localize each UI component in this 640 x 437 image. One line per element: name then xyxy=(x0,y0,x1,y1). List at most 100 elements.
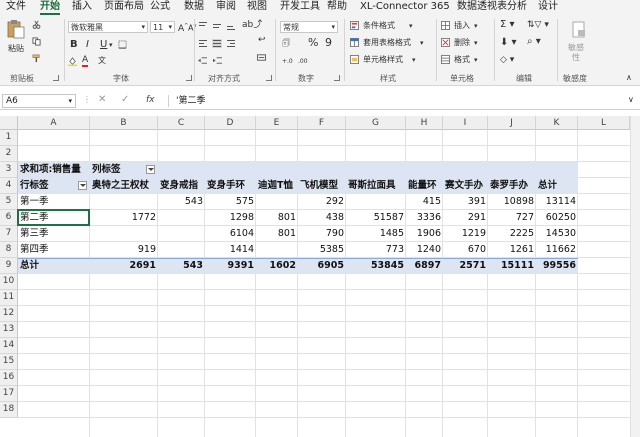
pivot-value-cell[interactable]: 3336 xyxy=(406,210,443,226)
pivot-value-cell[interactable]: 670 xyxy=(443,242,488,258)
row-header[interactable]: 15 xyxy=(0,354,18,370)
column-header[interactable]: K xyxy=(536,116,578,130)
column-header[interactable]: L xyxy=(578,116,630,130)
menu-tab[interactable]: 数据透视表分析 xyxy=(457,0,527,15)
pivot-value-cell[interactable]: 1219 xyxy=(443,226,488,242)
row-header[interactable]: 11 xyxy=(0,290,18,306)
menu-tab[interactable]: 公式 xyxy=(150,0,170,15)
pivot-column-header[interactable]: 哥斯拉面具 xyxy=(346,178,406,194)
pivot-value-cell[interactable]: 14530 xyxy=(536,226,578,242)
row-header[interactable]: 3 xyxy=(0,162,18,178)
column-header[interactable]: D xyxy=(205,116,256,130)
increase-decimal-icon[interactable]: +.0 xyxy=(282,57,293,67)
pivot-grand-total-cell[interactable]: 2691 xyxy=(90,258,158,274)
font-launcher[interactable] xyxy=(186,75,192,81)
menu-tab[interactable]: 审阅 xyxy=(216,0,236,15)
pivot-value-cell[interactable]: 1414 xyxy=(205,242,256,258)
shrink-font-icon[interactable]: Av xyxy=(188,21,196,34)
select-all-corner[interactable] xyxy=(0,116,18,130)
decrease-indent-icon[interactable] xyxy=(198,56,207,65)
row-header[interactable]: 10 xyxy=(0,274,18,290)
column-header[interactable]: F xyxy=(298,116,346,130)
pivot-value-cell[interactable]: 1240 xyxy=(406,242,443,258)
pivot-value-cell[interactable]: 727 xyxy=(488,210,536,226)
pivot-column-header[interactable]: 奥特之王权杖 xyxy=(90,178,158,194)
chevron-down-icon[interactable]: ▾ xyxy=(109,40,113,50)
delete-cells-button[interactable]: 删除 ▾ xyxy=(441,37,491,49)
clipboard-launcher[interactable] xyxy=(53,75,59,81)
paste-button[interactable]: 粘贴 xyxy=(5,19,27,59)
row-header[interactable]: 14 xyxy=(0,338,18,354)
pivot-grand-total-cell[interactable]: 9391 xyxy=(205,258,256,274)
row-header[interactable]: 7 xyxy=(0,226,18,242)
find-select-icon[interactable]: ⌕ ▾ xyxy=(527,37,541,47)
menu-tab[interactable]: 视图 xyxy=(247,0,267,15)
pivot-grand-total-cell[interactable]: 1602 xyxy=(256,258,298,274)
column-header[interactable]: C xyxy=(158,116,205,130)
font-color-icon[interactable]: A xyxy=(82,56,89,67)
column-header[interactable]: A xyxy=(18,116,90,130)
orientation-icon[interactable]: ab⤴ xyxy=(242,20,262,30)
vertical-scrollbar[interactable] xyxy=(630,116,640,437)
pivot-value-cell[interactable]: 438 xyxy=(298,210,346,226)
pivot-column-header[interactable]: 飞机模型 xyxy=(298,178,346,194)
bold-icon[interactable]: B xyxy=(70,40,78,50)
menu-tab[interactable]: 开始 xyxy=(40,0,60,15)
clear-icon[interactable]: ◇ ▾ xyxy=(500,55,514,65)
cancel-icon[interactable]: ✕ xyxy=(98,95,106,105)
menu-tab[interactable]: 数据 xyxy=(184,0,204,15)
menu-tab[interactable]: 帮助 xyxy=(327,0,347,15)
column-labels-filter-dropdown[interactable] xyxy=(146,165,155,174)
pivot-value-cell[interactable]: 1906 xyxy=(406,226,443,242)
formula-input[interactable]: '第二季 xyxy=(176,95,205,107)
row-header[interactable]: 5 xyxy=(0,194,18,210)
number-format-select[interactable]: 常规 ▾ xyxy=(280,21,338,33)
decrease-decimal-icon[interactable]: .00 xyxy=(298,57,308,67)
menu-tab[interactable]: 设计 xyxy=(538,0,558,15)
menu-tab[interactable]: 开发工具 xyxy=(280,0,320,15)
row-labels-filter-dropdown[interactable] xyxy=(78,181,87,190)
row-header[interactable]: 6 xyxy=(0,210,18,226)
pivot-value-cell[interactable]: 1261 xyxy=(488,242,536,258)
row-header[interactable]: 9 xyxy=(0,258,18,274)
pivot-grand-total-cell[interactable]: 2571 xyxy=(443,258,488,274)
worksheet-grid[interactable]: ABCDEFGHIJKL 1 2 3 4 5 6 7 8 9 10 11 12 13 14 15 16 17 18… xyxy=(0,116,640,437)
pivot-value-cell[interactable]: 1772 xyxy=(90,210,158,226)
sensitivity-button[interactable]: 敏感 性 xyxy=(563,19,595,69)
align-center-icon[interactable] xyxy=(212,39,222,48)
wrap-text-icon[interactable]: ↩ xyxy=(258,35,266,45)
fill-icon[interactable]: ⬇ ▾ xyxy=(500,38,517,48)
pivot-column-header[interactable]: 迪迦T恤 xyxy=(256,178,298,194)
pivot-column-header[interactable]: 泰罗手办 xyxy=(488,178,536,194)
pivot-value-cell[interactable]: 801 xyxy=(256,210,298,226)
align-bottom-icon[interactable] xyxy=(226,21,236,30)
comma-style-icon[interactable]: 9 xyxy=(325,37,332,48)
pivot-grand-total-cell[interactable]: 6897 xyxy=(406,258,443,274)
row-header[interactable]: 8 xyxy=(0,242,18,258)
format-as-table-button[interactable]: 套用表格格式 ▾ xyxy=(350,37,434,49)
column-header[interactable]: B xyxy=(90,116,158,130)
row-header[interactable]: 2 xyxy=(0,146,18,162)
pivot-grand-total-cell[interactable]: 99556 xyxy=(536,258,578,274)
pivot-value-cell[interactable]: 919 xyxy=(90,242,158,258)
column-header[interactable]: H xyxy=(406,116,443,130)
conditional-formatting-button[interactable]: 条件格式 ▾ xyxy=(350,20,434,32)
pivot-value-cell[interactable]: 801 xyxy=(256,226,298,242)
row-header[interactable]: 1 xyxy=(0,130,18,146)
percent-icon[interactable]: % xyxy=(308,37,318,48)
row-header[interactable]: 17 xyxy=(0,386,18,402)
pivot-grand-total-cell[interactable]: 6905 xyxy=(298,258,346,274)
insert-cells-button[interactable]: 插入 ▾ xyxy=(441,20,491,32)
insert-function-icon[interactable]: fx xyxy=(146,95,155,105)
pivot-value-cell[interactable]: 773 xyxy=(346,242,406,258)
row-header[interactable]: 4 xyxy=(0,178,18,194)
pivot-value-cell[interactable]: 790 xyxy=(298,226,346,242)
menu-tab[interactable]: 文件 xyxy=(6,0,26,15)
pivot-value-cell[interactable]: 10898 xyxy=(488,194,536,210)
pivot-value-cell[interactable]: 13114 xyxy=(536,194,578,210)
font-size-select[interactable]: 11 ▾ xyxy=(150,21,175,33)
pivot-grand-total-cell[interactable]: 543 xyxy=(158,258,205,274)
menu-tab[interactable]: 页面布局 xyxy=(104,0,144,15)
collapse-ribbon-icon[interactable]: ∧ xyxy=(626,73,632,83)
enter-icon[interactable]: ✓ xyxy=(121,95,129,105)
